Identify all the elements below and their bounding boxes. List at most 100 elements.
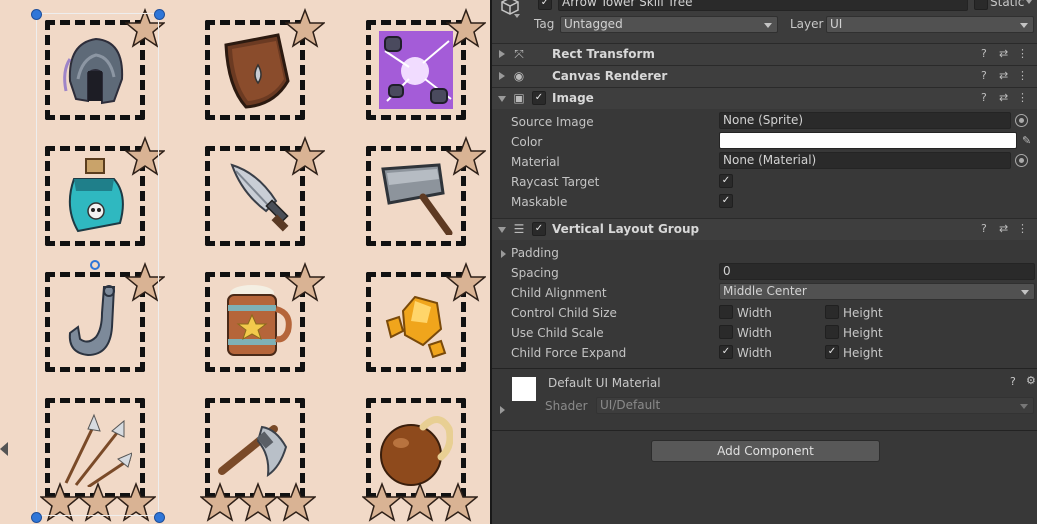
more-options-icon[interactable]: ⋮ bbox=[1017, 47, 1028, 60]
raycast-target-label: Raycast Target bbox=[511, 175, 600, 189]
bomb-icon bbox=[380, 416, 453, 486]
source-image-field[interactable]: None (Sprite) bbox=[719, 112, 1028, 129]
star-icon bbox=[276, 482, 316, 522]
selection-handle-top-left[interactable] bbox=[31, 9, 42, 20]
presets-icon[interactable]: ⇄ bbox=[999, 69, 1008, 82]
component-title: Vertical Layout Group bbox=[552, 222, 700, 236]
star-icon bbox=[78, 482, 118, 522]
material-field[interactable]: None (Material) bbox=[719, 152, 1028, 169]
child-alignment-dropdown[interactable]: Middle Center bbox=[719, 283, 1035, 300]
object-picker-icon[interactable] bbox=[1015, 154, 1028, 167]
material-preview bbox=[512, 377, 536, 401]
star-icon bbox=[285, 136, 325, 176]
maskable-checkbox[interactable]: ✓ bbox=[719, 194, 733, 208]
color-label: Color bbox=[511, 135, 543, 149]
component-vertical-layout-group[interactable]: ☰ ✓ Vertical Layout Group ? ⇄ ⋮ bbox=[492, 218, 1037, 240]
selection-handle-bottom-right[interactable] bbox=[154, 512, 165, 523]
spacing-input[interactable]: 0 bbox=[719, 263, 1035, 280]
selection-handle-top-right[interactable] bbox=[154, 9, 165, 20]
help-icon[interactable]: ? bbox=[1010, 375, 1016, 388]
foldout-arrow-icon[interactable] bbox=[498, 96, 506, 102]
active-checkbox[interactable]: ✓ bbox=[538, 0, 552, 10]
shader-label: Shader bbox=[545, 399, 588, 413]
object-header: ✓ Arrow Tower Skill Tree Static Tag Unta… bbox=[492, 0, 1037, 44]
material-foldout-icon[interactable] bbox=[500, 406, 505, 414]
force-expand-width-checkbox[interactable]: ✓ bbox=[719, 345, 733, 359]
shield-icon bbox=[224, 33, 290, 109]
component-title: Canvas Renderer bbox=[552, 69, 668, 83]
child-force-expand-label: Child Force Expand bbox=[511, 346, 627, 360]
height-label: Height bbox=[843, 306, 883, 320]
help-icon[interactable]: ? bbox=[981, 91, 987, 104]
component-header-icons: ? ⇄ ⋮ bbox=[981, 69, 1031, 83]
help-icon[interactable]: ? bbox=[981, 69, 987, 82]
control-child-size-label: Control Child Size bbox=[511, 306, 617, 320]
static-checkbox[interactable] bbox=[974, 0, 988, 10]
material-label: Material bbox=[511, 155, 560, 169]
color-field[interactable] bbox=[719, 132, 1017, 149]
tag-label: Tag bbox=[534, 17, 555, 31]
star-icon bbox=[238, 482, 278, 522]
force-expand-height-checkbox[interactable]: ✓ bbox=[825, 345, 839, 359]
maskable-label: Maskable bbox=[511, 195, 568, 209]
foldout-arrow-icon[interactable] bbox=[498, 227, 506, 233]
more-options-icon[interactable]: ⋮ bbox=[1017, 222, 1028, 235]
component-image[interactable]: ▣ ✓ Image ? ⇄ ⋮ bbox=[492, 87, 1037, 109]
chevron-down-icon bbox=[1020, 404, 1028, 409]
height-label: Height bbox=[843, 346, 883, 360]
padding-foldout-icon[interactable] bbox=[501, 250, 506, 258]
image-enabled-checkbox[interactable]: ✓ bbox=[532, 91, 546, 105]
selection-handle-bottom-left[interactable] bbox=[31, 512, 42, 523]
presets-icon[interactable]: ⇄ bbox=[999, 222, 1008, 235]
more-options-icon[interactable]: ⋮ bbox=[1017, 69, 1028, 82]
component-canvas-renderer[interactable]: ◉ Canvas Renderer ? ⇄ ⋮ bbox=[492, 65, 1037, 87]
component-rect-transform[interactable]: ⤧ Rect Transform ? ⇄ ⋮ bbox=[492, 43, 1037, 65]
add-component-button[interactable]: Add Component bbox=[651, 440, 880, 462]
presets-icon[interactable]: ⇄ bbox=[999, 47, 1008, 60]
star-icon bbox=[125, 262, 165, 302]
icon-dropdown-caret[interactable] bbox=[514, 14, 520, 18]
raycast-target-checkbox[interactable]: ✓ bbox=[719, 174, 733, 188]
help-icon[interactable]: ? bbox=[981, 222, 987, 235]
eyedropper-icon[interactable]: ✎ bbox=[1022, 134, 1031, 147]
object-picker-icon[interactable] bbox=[1015, 114, 1028, 127]
helmet-icon bbox=[63, 37, 124, 105]
static-dropdown-caret[interactable] bbox=[1026, 0, 1032, 4]
tag-dropdown[interactable]: Untagged bbox=[560, 16, 778, 33]
control-child-width-checkbox[interactable] bbox=[719, 305, 733, 319]
star-icon bbox=[200, 482, 240, 522]
use-child-scale-width-checkbox[interactable] bbox=[719, 325, 733, 339]
scene-view[interactable] bbox=[0, 0, 490, 524]
star-icon bbox=[40, 482, 80, 522]
use-child-scale-height-checkbox[interactable] bbox=[825, 325, 839, 339]
foldout-arrow-icon[interactable] bbox=[499, 72, 505, 80]
divider bbox=[492, 430, 1037, 431]
gear-icon[interactable]: ⚙ bbox=[1026, 374, 1036, 387]
component-header-icons: ? ⇄ ⋮ bbox=[981, 222, 1031, 236]
layer-dropdown[interactable]: UI bbox=[826, 16, 1034, 33]
material-name: Default UI Material bbox=[548, 376, 661, 390]
scroll-left-arrow[interactable] bbox=[0, 442, 8, 456]
star-icon bbox=[438, 482, 478, 522]
inspector-panel: ✓ Arrow Tower Skill Tree Static Tag Unta… bbox=[492, 0, 1037, 524]
presets-icon[interactable]: ⇄ bbox=[999, 91, 1008, 104]
help-icon[interactable]: ? bbox=[981, 47, 987, 60]
more-options-icon[interactable]: ⋮ bbox=[1017, 91, 1028, 104]
shader-dropdown[interactable]: UI/Default bbox=[596, 397, 1034, 414]
source-image-label: Source Image bbox=[511, 115, 594, 129]
control-child-height-checkbox[interactable] bbox=[825, 305, 839, 319]
hammer-icon bbox=[381, 163, 453, 235]
pivot-handle[interactable] bbox=[90, 260, 100, 270]
star-icon bbox=[362, 482, 402, 522]
use-child-scale-label: Use Child Scale bbox=[511, 326, 604, 340]
mug-icon bbox=[227, 285, 292, 356]
star-icon bbox=[446, 8, 486, 48]
divider bbox=[492, 368, 1037, 369]
width-label: Width bbox=[737, 346, 772, 360]
width-label: Width bbox=[737, 326, 772, 340]
object-name-field[interactable]: Arrow Tower Skill Tree bbox=[558, 0, 968, 11]
foldout-arrow-icon[interactable] bbox=[499, 50, 505, 58]
layout-enabled-checkbox[interactable]: ✓ bbox=[532, 222, 546, 236]
image-icon: ▣ bbox=[513, 91, 525, 105]
layer-label: Layer bbox=[790, 17, 824, 31]
